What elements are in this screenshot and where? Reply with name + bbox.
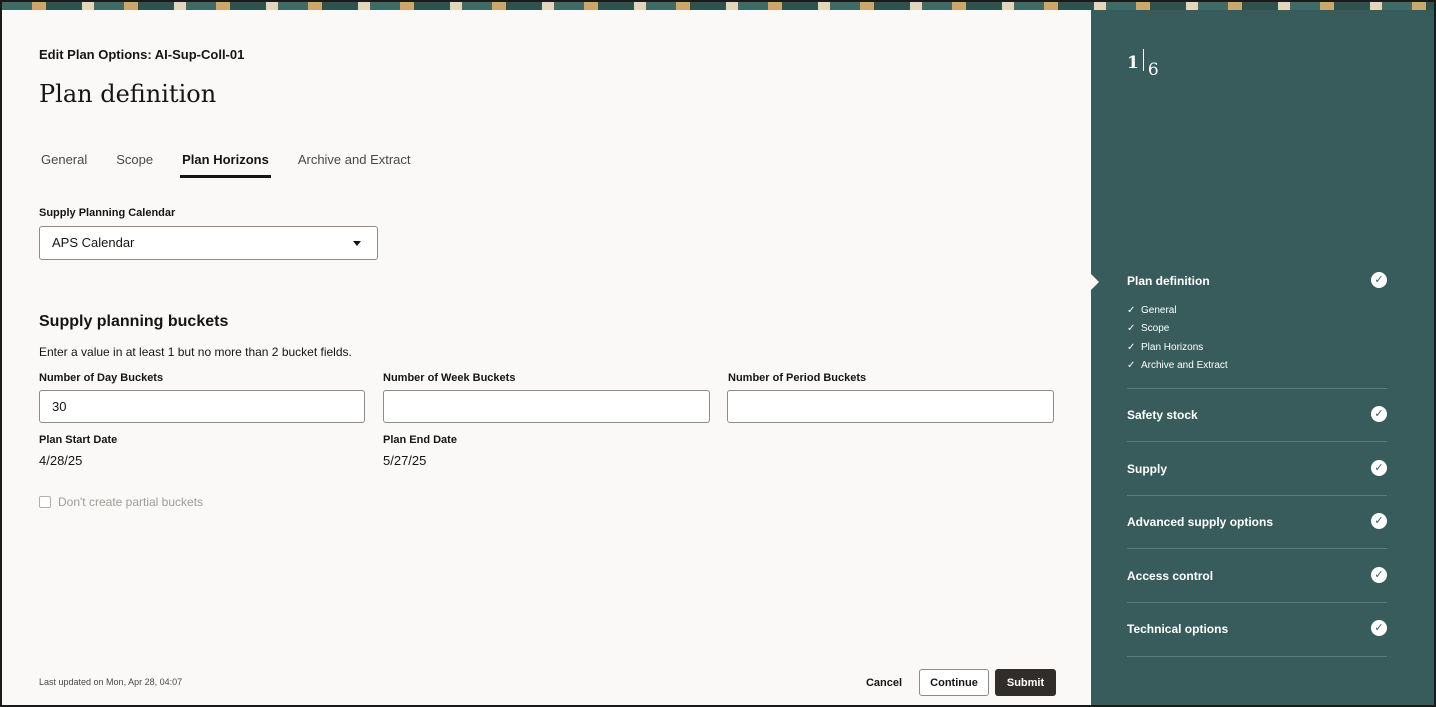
- substep-label: Archive and Extract: [1141, 360, 1228, 372]
- cancel-button[interactable]: Cancel: [860, 669, 908, 696]
- sidebar-step-label: Safety stock: [1127, 408, 1198, 422]
- decorative-banner: [2, 2, 1434, 10]
- sidebar-step-label: Technical options: [1127, 622, 1229, 636]
- step-total: 6: [1147, 59, 1159, 80]
- checkmark-icon: ✓: [1127, 360, 1136, 372]
- section-title: Supply planning buckets: [39, 313, 229, 330]
- plan-end-date-label: Plan End Date: [383, 434, 457, 446]
- edit-title: Edit Plan Options: AI-Sup-Coll-01: [39, 47, 245, 62]
- checkmark-icon: ✓: [1127, 341, 1136, 353]
- substep-general[interactable]: ✓ General: [1127, 301, 1387, 320]
- instructions-text: Enter a value in at least 1 but no more …: [39, 345, 352, 359]
- last-updated-text: Last updated on Mon, Apr 28, 04:07: [39, 677, 183, 687]
- substep-label: General: [1141, 304, 1177, 316]
- tab-bar: General Scope Plan Horizons Archive and …: [39, 150, 438, 178]
- calendar-label: Supply Planning Calendar: [39, 207, 176, 219]
- sidebar-step-label: Access control: [1127, 569, 1214, 583]
- page-title: Plan definition: [39, 80, 217, 108]
- period-buckets-label: Number of Period Buckets: [728, 372, 867, 384]
- partial-buckets-label: Don't create partial buckets: [58, 495, 204, 509]
- sidebar-step-safety-stock[interactable]: Safety stock ✓: [1127, 406, 1387, 442]
- current-step-indicator: [1091, 274, 1099, 290]
- tab-archive-and-extract[interactable]: Archive and Extract: [296, 150, 413, 178]
- check-circle-icon: ✓: [1371, 272, 1387, 288]
- sidebar-step-label: Supply: [1127, 462, 1168, 476]
- sidebar-step-label: Plan definition: [1127, 274, 1210, 288]
- step-counter: 16: [1127, 49, 1159, 80]
- app-frame: Edit Plan Options: AI-Sup-Coll-01 Plan d…: [0, 0, 1436, 707]
- partial-buckets-row: Don't create partial buckets: [39, 495, 203, 509]
- substep-label: Plan Horizons: [1141, 341, 1204, 353]
- submit-button[interactable]: Submit: [995, 669, 1056, 696]
- substep-label: Scope: [1141, 323, 1170, 335]
- week-buckets-input[interactable]: [383, 390, 710, 423]
- checkmark-icon: ✓: [1127, 323, 1136, 335]
- calendar-select[interactable]: APS Calendar: [39, 226, 378, 260]
- caret-down-icon: [353, 241, 361, 246]
- tab-scope[interactable]: Scope: [114, 150, 155, 178]
- check-circle-icon: ✓: [1371, 460, 1387, 476]
- day-buckets-value: 30: [52, 399, 67, 414]
- check-circle-icon: ✓: [1371, 620, 1387, 636]
- sidebar-step-access-control[interactable]: Access control ✓: [1127, 567, 1387, 603]
- sidebar-step-supply[interactable]: Supply ✓: [1127, 460, 1387, 496]
- week-buckets-label: Number of Week Buckets: [383, 372, 516, 384]
- step-current: 1: [1127, 52, 1139, 73]
- step-sidebar: 16 Plan definition ✓ ✓ General ✓ Scope ✓ Pl…: [1091, 10, 1434, 705]
- day-buckets-input[interactable]: 30: [39, 390, 365, 423]
- tab-plan-horizons[interactable]: Plan Horizons: [180, 150, 271, 178]
- substep-scope[interactable]: ✓ Scope: [1127, 320, 1387, 339]
- sidebar-substeps: ✓ General ✓ Scope ✓ Plan Horizons ✓ Archive …: [1127, 301, 1387, 375]
- substep-archive-and-extract[interactable]: ✓ Archive and Extract: [1127, 357, 1387, 376]
- checkmark-icon: ✓: [1127, 304, 1136, 316]
- tab-general[interactable]: General: [39, 150, 89, 178]
- sidebar-step-label: Advanced supply options: [1127, 515, 1274, 529]
- plan-end-date-value: 5/27/25: [383, 453, 427, 468]
- calendar-select-value: APS Calendar: [52, 235, 135, 250]
- sidebar-step-advanced-supply-options[interactable]: Advanced supply options ✓: [1127, 513, 1387, 549]
- plan-start-date-label: Plan Start Date: [39, 434, 118, 446]
- period-buckets-input[interactable]: [727, 390, 1054, 423]
- check-circle-icon: ✓: [1371, 513, 1387, 529]
- substep-plan-horizons[interactable]: ✓ Plan Horizons: [1127, 338, 1387, 357]
- plan-start-date-value: 4/28/25: [39, 453, 83, 468]
- continue-button[interactable]: Continue: [919, 669, 989, 696]
- check-circle-icon: ✓: [1371, 406, 1387, 422]
- check-circle-icon: ✓: [1371, 567, 1387, 583]
- step-separator: [1142, 49, 1144, 71]
- sidebar-step-plan-definition[interactable]: Plan definition ✓ ✓ General ✓ Scope ✓ Plan …: [1127, 272, 1387, 389]
- sidebar-step-technical-options[interactable]: Technical options ✓: [1127, 620, 1387, 657]
- day-buckets-label: Number of Day Buckets: [39, 372, 164, 384]
- partial-buckets-checkbox[interactable]: [39, 496, 51, 508]
- main-panel: Edit Plan Options: AI-Sup-Coll-01 Plan d…: [4, 10, 1091, 705]
